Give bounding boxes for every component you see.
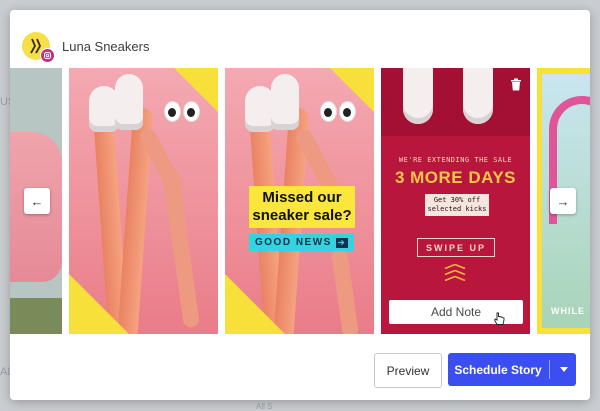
eye-icon: [184, 102, 199, 121]
sneakers-photo: [381, 68, 530, 136]
swipe-up-box: SWIPE UP: [417, 238, 495, 257]
schedule-story-button[interactable]: Schedule Story: [448, 353, 576, 386]
headline-line: sneaker sale?: [252, 207, 352, 224]
carousel-next-button[interactable]: →: [550, 188, 576, 214]
googly-eyes-icon: [321, 102, 355, 121]
sneaker-photo: [271, 74, 299, 130]
schedule-story-modal: Luna Sneakers Missed our sneaker sale? G…: [10, 10, 590, 400]
chevron-up-icon: [444, 264, 466, 269]
yellow-corner: [225, 274, 285, 334]
account-header: Luna Sneakers: [22, 32, 150, 63]
chevron-up-icon: [444, 270, 466, 275]
hand-cursor-icon: [493, 312, 505, 325]
googly-eyes-icon: [165, 102, 199, 121]
promo-headline: 3 MORE DAYS: [394, 168, 517, 187]
button-divider: [549, 360, 550, 379]
arrow-right-icon: ➔: [335, 237, 349, 248]
story-headline: Missed our sneaker sale?: [249, 186, 355, 228]
avatar: [22, 32, 55, 63]
story-card[interactable]: WE'RE EXTENDING THE SALE 3 MORE DAYS Get…: [381, 68, 530, 334]
offer-line: Get 30% off: [433, 196, 481, 204]
headline-line: Missed our: [262, 189, 342, 206]
chevron-up-icon: [444, 276, 466, 281]
offer-line: selected kicks: [427, 205, 487, 213]
arrow-right-icon: →: [556, 193, 570, 209]
eye-icon: [165, 102, 180, 121]
instagram-icon: [40, 48, 55, 63]
caret-down-icon[interactable]: [560, 367, 568, 372]
sneaker-photo: [403, 68, 433, 124]
arrow-left-icon: ←: [30, 193, 44, 209]
sneaker-photo: [463, 68, 493, 124]
ground-photo: [10, 298, 62, 334]
trash-icon[interactable]: [510, 78, 522, 91]
schedule-story-label: Schedule Story: [454, 362, 542, 377]
tag-label: GOOD NEWS: [255, 237, 332, 248]
promo-offer: Get 30% off selected kicks: [425, 194, 489, 216]
carousel-prev-button[interactable]: ←: [24, 188, 50, 214]
story-card[interactable]: Missed our sneaker sale? GOOD NEWS ➔: [225, 68, 374, 334]
yellow-corner: [69, 274, 129, 334]
story-carousel[interactable]: Missed our sneaker sale? GOOD NEWS ➔ WE'…: [10, 68, 590, 334]
account-name: Luna Sneakers: [62, 38, 150, 54]
preview-button[interactable]: Preview: [374, 353, 442, 388]
promo-subline: WE'RE EXTENDING THE SALE: [398, 156, 513, 164]
sneaker-photo: [115, 74, 143, 130]
eye-icon: [340, 102, 355, 121]
good-news-tag: GOOD NEWS ➔: [249, 234, 355, 251]
while-label: WHILE: [551, 306, 585, 316]
story-card[interactable]: [69, 68, 218, 334]
eye-icon: [321, 102, 336, 121]
